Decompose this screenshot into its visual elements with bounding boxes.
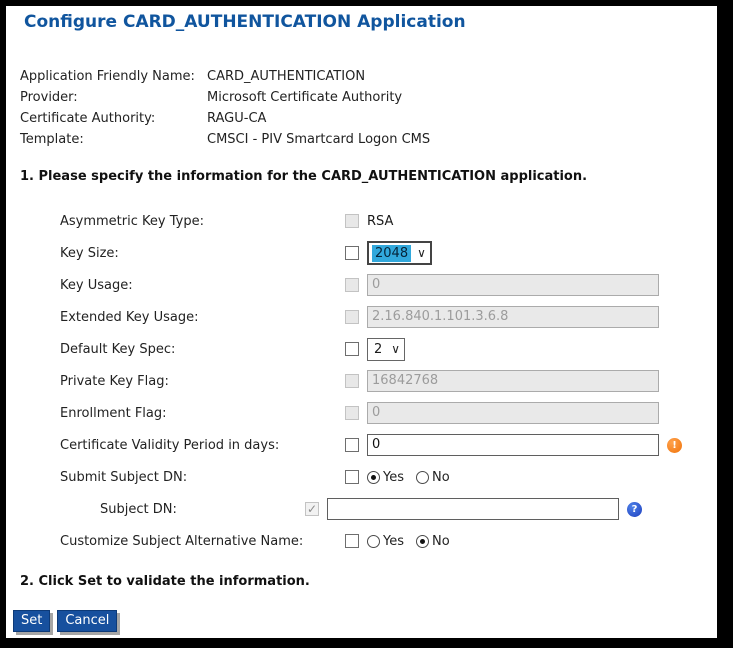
customize-san-label: Customize Subject Alternative Name: bbox=[60, 533, 304, 549]
step2-heading: 2. Click Set to validate the information… bbox=[20, 574, 310, 589]
customize-san-yes-radio[interactable] bbox=[367, 534, 380, 548]
key-size-checkbox[interactable] bbox=[345, 246, 359, 260]
key-size-label: Key Size: bbox=[60, 245, 119, 261]
key-size-select[interactable]: 2048 ∨ bbox=[367, 241, 432, 265]
configure-application-page: Configure CARD_AUTHENTICATION Applicatio… bbox=[6, 6, 717, 638]
private-key-flag-input: 16842768 bbox=[367, 370, 659, 392]
row-extended-key-usage: Extended Key Usage: 2.16.840.1.101.3.6.8 bbox=[6, 301, 717, 333]
help-icon[interactable]: ? bbox=[627, 501, 642, 517]
row-certificate-validity: Certificate Validity Period in days: 0 ! bbox=[6, 429, 717, 461]
warning-icon: ! bbox=[667, 437, 682, 453]
provider-value: Microsoft Certificate Authority bbox=[207, 90, 403, 105]
submit-subject-dn-yes-radio[interactable] bbox=[367, 470, 380, 484]
row-private-key-flag: Private Key Flag: 16842768 bbox=[6, 365, 717, 397]
default-key-spec-label: Default Key Spec: bbox=[60, 341, 176, 357]
submit-subject-dn-checkbox[interactable] bbox=[345, 470, 359, 484]
key-usage-checkbox bbox=[345, 278, 359, 292]
extended-key-usage-input: 2.16.840.1.101.3.6.8 bbox=[367, 306, 659, 328]
submit-subject-dn-no-label: No bbox=[432, 469, 450, 485]
private-key-flag-checkbox bbox=[345, 374, 359, 388]
key-size-selected-value: 2048 bbox=[372, 244, 412, 262]
cancel-button[interactable]: Cancel bbox=[57, 610, 118, 632]
template-label: Template: bbox=[20, 132, 84, 147]
application-settings-form: Asymmetric Key Type: RSA Key Size: 2048 … bbox=[6, 205, 717, 557]
certificate-validity-input[interactable]: 0 bbox=[367, 434, 659, 456]
asymmetric-key-type-label: Asymmetric Key Type: bbox=[60, 213, 204, 229]
row-submit-subject-dn: Submit Subject DN: Yes No bbox=[6, 461, 717, 493]
row-key-usage: Key Usage: 0 bbox=[6, 269, 717, 301]
action-button-bar: Set Cancel bbox=[13, 610, 124, 632]
subject-dn-input[interactable] bbox=[327, 498, 619, 520]
certificate-validity-checkbox[interactable] bbox=[345, 438, 359, 452]
asymmetric-key-type-value: RSA bbox=[367, 213, 394, 229]
default-key-spec-selected-value: 2 bbox=[374, 341, 383, 357]
enrollment-flag-label: Enrollment Flag: bbox=[60, 405, 167, 421]
template-value: CMSCI - PIV Smartcard Logon CMS bbox=[207, 132, 431, 147]
customize-san-no-label: No bbox=[432, 533, 450, 549]
friendly-name-label: Application Friendly Name: bbox=[20, 69, 195, 84]
chevron-down-icon: ∨ bbox=[391, 342, 401, 356]
row-key-size: Key Size: 2048 ∨ bbox=[6, 237, 717, 269]
row-asymmetric-key-type: Asymmetric Key Type: RSA bbox=[6, 205, 717, 237]
submit-subject-dn-yes-label: Yes bbox=[383, 469, 404, 485]
step1-heading: 1. Please specify the information for th… bbox=[20, 169, 588, 184]
key-usage-label: Key Usage: bbox=[60, 277, 133, 293]
extended-key-usage-label: Extended Key Usage: bbox=[60, 309, 199, 325]
extended-key-usage-checkbox bbox=[345, 310, 359, 324]
subject-dn-label: Subject DN: bbox=[100, 501, 177, 517]
info-row-template: Template: CMSCI - PIV Smartcard Logon CM… bbox=[20, 129, 430, 150]
set-button[interactable]: Set bbox=[13, 610, 51, 632]
row-customize-san: Customize Subject Alternative Name: Yes … bbox=[6, 525, 717, 557]
application-info-block: Application Friendly Name: CARD_AUTHENTI… bbox=[20, 66, 430, 150]
asymmetric-key-type-checkbox bbox=[345, 214, 359, 228]
page-title: Configure CARD_AUTHENTICATION Applicatio… bbox=[24, 12, 466, 32]
window-frame: Configure CARD_AUTHENTICATION Applicatio… bbox=[0, 0, 733, 648]
submit-subject-dn-label: Submit Subject DN: bbox=[60, 469, 188, 485]
chevron-down-icon: ∨ bbox=[417, 246, 426, 260]
certificate-authority-label: Certificate Authority: bbox=[20, 111, 156, 126]
submit-subject-dn-no-radio[interactable] bbox=[416, 470, 429, 484]
certificate-validity-label: Certificate Validity Period in days: bbox=[60, 437, 280, 453]
default-key-spec-checkbox[interactable] bbox=[345, 342, 359, 356]
info-row-certificate-authority: Certificate Authority: RAGU-CA bbox=[20, 108, 430, 129]
customize-san-checkbox[interactable] bbox=[345, 534, 359, 548]
row-default-key-spec: Default Key Spec: 2 ∨ bbox=[6, 333, 717, 365]
friendly-name-value: CARD_AUTHENTICATION bbox=[207, 69, 366, 84]
info-row-friendly-name: Application Friendly Name: CARD_AUTHENTI… bbox=[20, 66, 430, 87]
customize-san-no-radio[interactable] bbox=[416, 534, 429, 548]
customize-san-yes-label: Yes bbox=[383, 533, 404, 549]
provider-label: Provider: bbox=[20, 90, 78, 105]
certificate-authority-value: RAGU-CA bbox=[207, 111, 267, 126]
key-usage-input: 0 bbox=[367, 274, 659, 296]
private-key-flag-label: Private Key Flag: bbox=[60, 373, 169, 389]
default-key-spec-select[interactable]: 2 ∨ bbox=[367, 337, 406, 361]
enrollment-flag-input: 0 bbox=[367, 402, 659, 424]
enrollment-flag-checkbox bbox=[345, 406, 359, 420]
row-subject-dn: Subject DN: ✓ ? bbox=[6, 493, 717, 525]
subject-dn-checkbox: ✓ bbox=[305, 502, 319, 516]
info-row-provider: Provider: Microsoft Certificate Authorit… bbox=[20, 87, 430, 108]
row-enrollment-flag: Enrollment Flag: 0 bbox=[6, 397, 717, 429]
